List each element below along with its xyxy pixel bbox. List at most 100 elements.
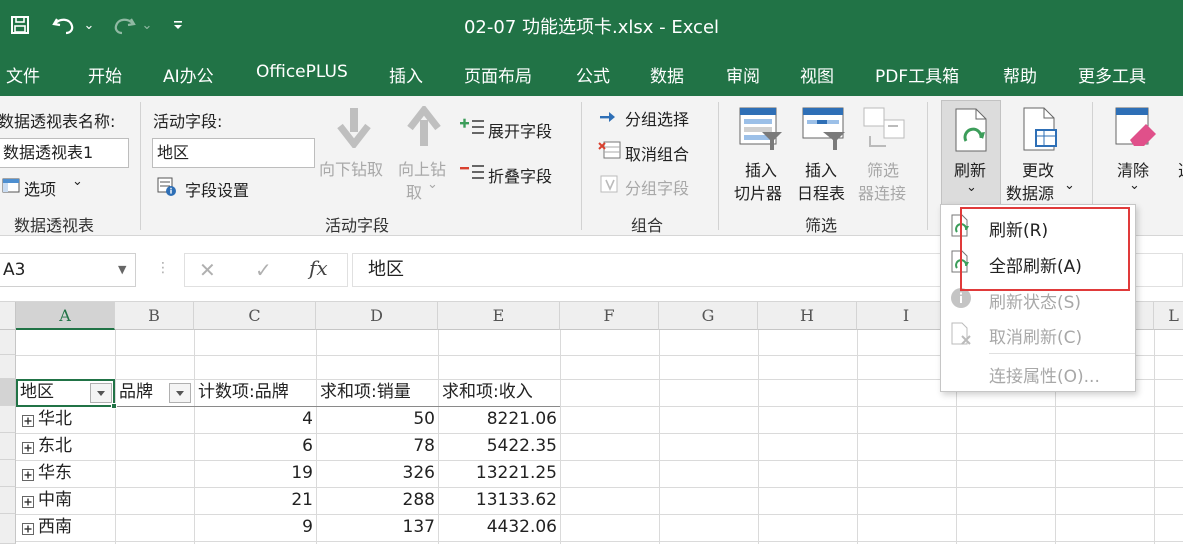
row-header[interactable] [0,514,16,544]
enter-icon[interactable]: ✓ [255,258,272,282]
change-data-source-button[interactable]: 更改 [1022,157,1054,181]
menu-item-refresh-status[interactable]: 刷新状态(S) [989,288,1081,313]
pivot-cell-income[interactable]: 8221.06 [438,406,560,433]
clear-dropdown-icon[interactable]: ⌄ [1129,178,1140,193]
pivot-row-label[interactable]: 华北 [38,406,112,433]
menu-item-cancel-refresh[interactable]: 取消刷新(C) [989,323,1082,348]
ribbon-separator [927,102,928,230]
filter-connections-button[interactable]: 筛选 [867,157,899,181]
collapse-field-button[interactable]: 折叠字段 [488,163,552,187]
expand-field-button[interactable]: 展开字段 [488,118,552,142]
expand-row-icon[interactable] [22,466,34,485]
tab-pdf-toolbox[interactable]: PDF工具箱 [875,62,959,87]
refresh-dropdown-icon[interactable]: ⌄ [966,180,977,195]
pivot-cell-count[interactable]: 6 [194,433,316,460]
region-filter-button[interactable] [90,383,112,403]
active-field-input[interactable]: 地区 [152,138,315,168]
pivot-header-region[interactable]: 地区 [20,379,90,406]
pivot-header-count-brand[interactable]: 计数项:品牌 [198,379,316,406]
row-header[interactable] [0,460,16,487]
refresh-icon [954,107,990,157]
tab-formulas[interactable]: 公式 [576,62,610,87]
expand-row-icon[interactable] [22,412,34,431]
tab-data[interactable]: 数据 [650,62,684,87]
group-selection-button[interactable]: 分组选择 [625,106,689,130]
column-header-c[interactable]: C [194,302,316,330]
pivot-options-dropdown-icon[interactable]: ⌄ [72,174,83,189]
name-box-dropdown-icon[interactable]: ▼ [118,263,126,276]
row-header[interactable] [0,330,16,355]
tab-home[interactable]: 开始 [88,62,122,87]
column-header-a[interactable]: A [16,302,115,330]
pivot-row-label[interactable]: 中南 [38,487,112,514]
column-header-d[interactable]: D [316,302,438,330]
select-all-corner[interactable] [0,302,16,330]
insert-function-icon[interactable]: fx [309,256,328,280]
tab-review[interactable]: 审阅 [726,62,760,87]
field-settings-button[interactable]: 字段设置 [185,177,249,201]
pivot-cell-count[interactable]: 21 [194,487,316,514]
tab-view[interactable]: 视图 [800,62,834,87]
drill-up-button[interactable]: 向上钻 [398,156,446,180]
column-header-g[interactable]: G [659,302,758,330]
cancel-icon[interactable]: ✕ [199,258,216,282]
column-header-h[interactable]: H [758,302,857,330]
pivot-row-label[interactable]: 东北 [38,433,112,460]
refresh-button[interactable]: 刷新 ⌄ [941,100,1001,205]
expand-row-icon[interactable] [22,520,34,539]
pivot-row-label[interactable]: 华东 [38,460,112,487]
tab-insert[interactable]: 插入 [389,62,423,87]
row-header[interactable] [0,433,16,460]
tab-file[interactable]: 文件 [6,62,40,87]
pivot-header-sum-sales[interactable]: 求和项:销量 [320,379,438,406]
pivot-cell-income[interactable]: 13133.62 [438,487,560,514]
change-data-source-dropdown-icon[interactable]: ⌄ [1064,178,1075,193]
pivot-cell-sales[interactable]: 326 [316,460,438,487]
pivot-name-input[interactable]: 数据透视表1 [0,138,129,168]
select-button-partial[interactable]: 选 [1178,157,1183,181]
menu-item-connection-properties[interactable]: 连接属性(O)... [989,362,1100,387]
expand-row-icon[interactable] [22,439,34,458]
tab-more-tools[interactable]: 更多工具 [1078,62,1146,87]
name-box[interactable]: A3 [0,253,136,287]
drill-down-button[interactable]: 向下钻取 [319,156,383,180]
pivot-cell-sales[interactable]: 137 [316,514,438,541]
pivot-cell-count[interactable]: 19 [194,460,316,487]
title-bar: ⌄ ⌄ 02-07 功能选项卡.xlsx - Excel [0,0,1183,52]
formula-bar-grip-icon: ⋮ [156,260,170,276]
row-header[interactable] [0,379,16,406]
column-header-b[interactable]: B [115,302,194,330]
pivot-header-sum-income[interactable]: 求和项:收入 [442,379,560,406]
pivot-cell-sales[interactable]: 78 [316,433,438,460]
column-header-e[interactable]: E [438,302,560,330]
ribbon-separator [581,102,582,230]
drill-down-icon [336,106,372,152]
tab-page-layout[interactable]: 页面布局 [464,62,532,87]
pivot-header-brand[interactable]: 品牌 [119,379,169,406]
column-header-l[interactable]: L [1154,302,1183,330]
pivot-cell-count[interactable]: 4 [194,406,316,433]
expand-row-icon[interactable] [22,493,34,512]
tab-help[interactable]: 帮助 [1003,62,1037,87]
pivot-cell-income[interactable]: 5422.35 [438,433,560,460]
pivot-cell-sales[interactable]: 288 [316,487,438,514]
pivot-cell-income[interactable]: 13221.25 [438,460,560,487]
row-header[interactable] [0,487,16,514]
pivot-cell-income[interactable]: 4432.06 [438,514,560,541]
row-header[interactable] [0,406,16,433]
drill-up-dropdown-icon[interactable]: ⌄ [427,177,438,192]
pivot-options-button[interactable]: 选项 [24,176,56,200]
ungroup-button[interactable]: 取消组合 [625,141,689,165]
insert-slicer-button[interactable]: 插入 [745,157,777,181]
row-header[interactable] [0,355,16,379]
group-field-button[interactable]: 分组字段 [625,175,689,199]
column-header-f[interactable]: F [560,302,659,330]
tab-ai-office[interactable]: AI办公 [163,62,214,87]
grid-line [16,514,1183,515]
pivot-cell-count[interactable]: 9 [194,514,316,541]
brand-filter-button[interactable] [169,383,191,403]
pivot-cell-sales[interactable]: 50 [316,406,438,433]
tab-officeplus[interactable]: OfficePLUS [256,62,348,82]
insert-timeline-button[interactable]: 插入 [805,157,837,181]
pivot-row-label[interactable]: 西南 [38,514,112,541]
